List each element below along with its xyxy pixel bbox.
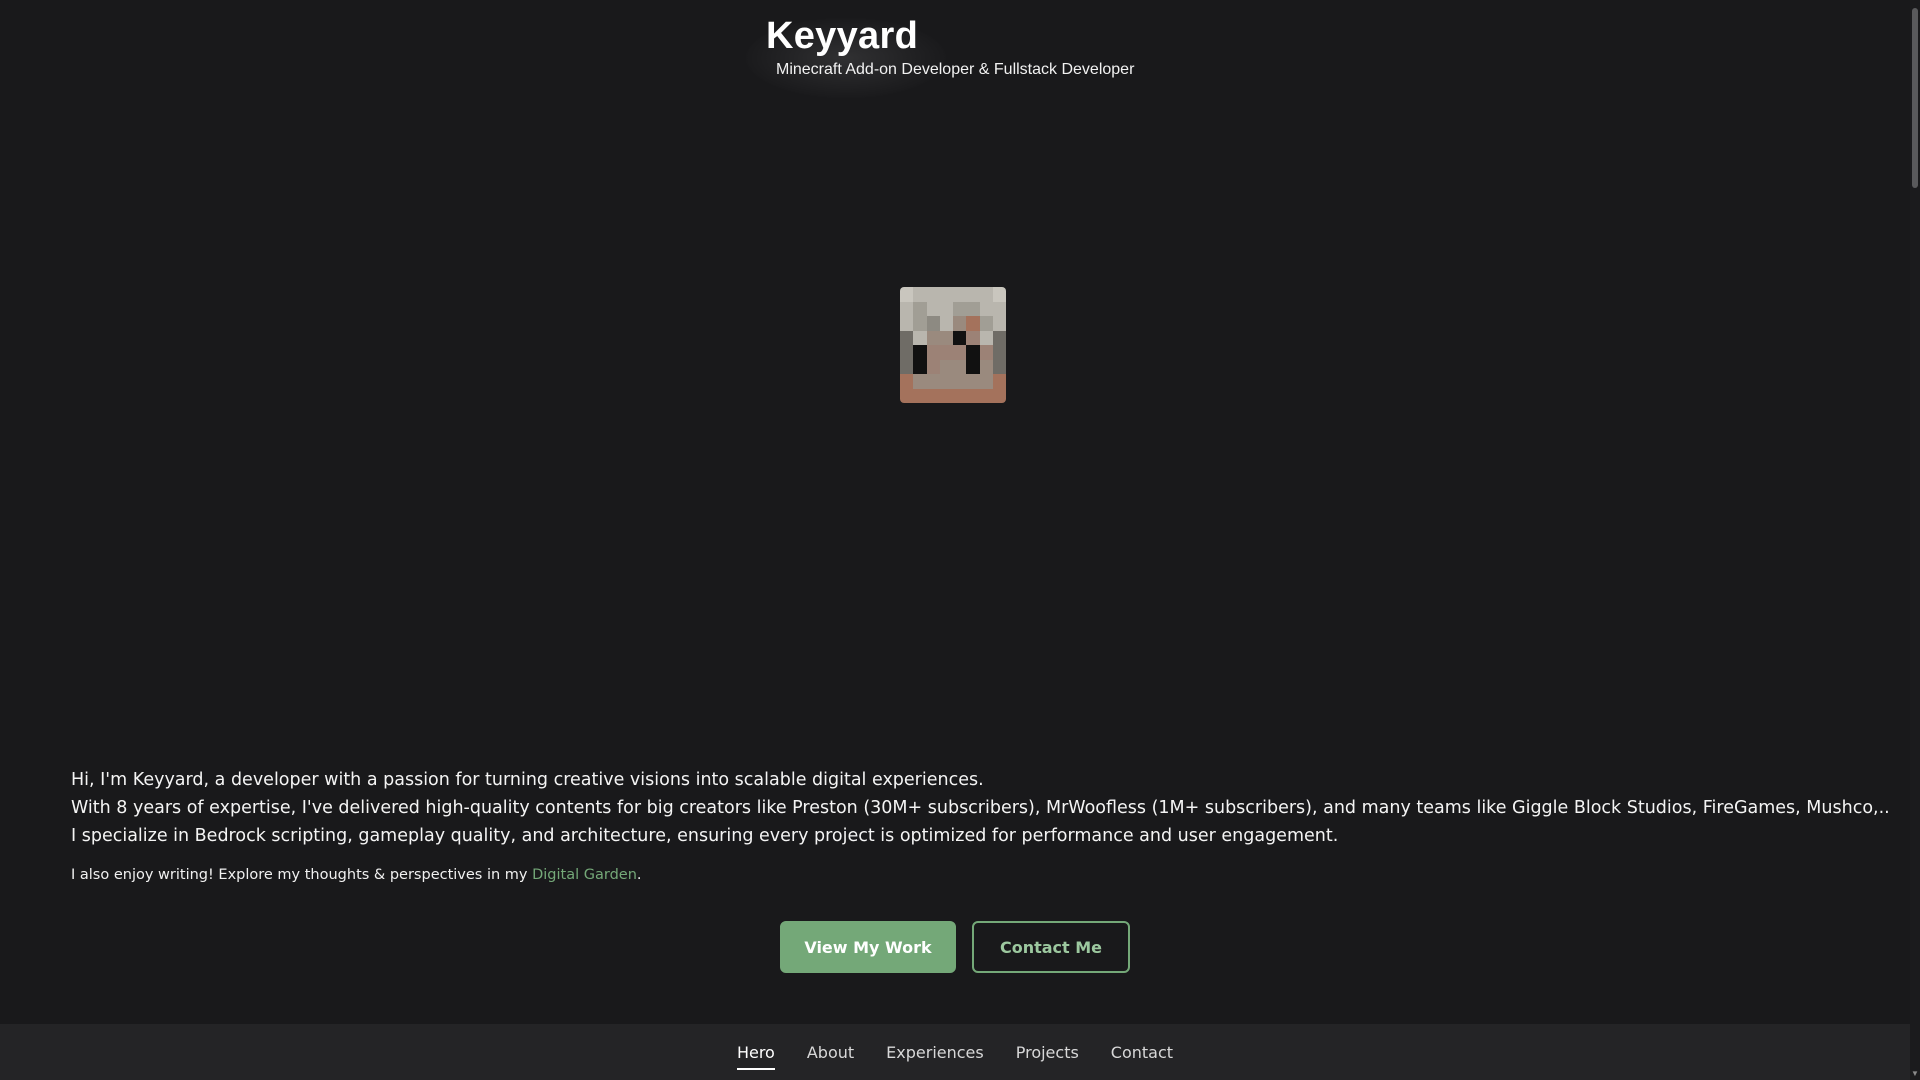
site-subtitle: Minecraft Add-on Developer & Fullstack D… xyxy=(776,61,1135,78)
avatar-pixel xyxy=(966,287,980,302)
avatar-pixel xyxy=(966,345,980,360)
avatar-pixel xyxy=(979,374,993,389)
avatar-pixel xyxy=(926,374,940,389)
avatar-pixel xyxy=(939,359,953,374)
avatar-pixel xyxy=(900,374,914,389)
avatar-pixel xyxy=(913,301,927,316)
avatar-pixel xyxy=(953,359,967,374)
avatar-pixel xyxy=(900,359,914,374)
avatar-pixel xyxy=(913,345,927,360)
page-scrollbar[interactable]: ▼ xyxy=(1910,0,1920,1080)
avatar-pixel xyxy=(913,374,927,389)
avatar-pixel xyxy=(953,287,967,302)
avatar-pixel xyxy=(992,359,1006,374)
scrollbar-thumb[interactable] xyxy=(1912,8,1918,188)
avatar-pixel xyxy=(966,301,980,316)
contact-me-button[interactable]: Contact Me xyxy=(972,921,1130,973)
avatar-pixel xyxy=(939,287,953,302)
avatar-pixel xyxy=(900,316,914,331)
avatar-pixel xyxy=(913,388,927,403)
avatar-pixel xyxy=(966,316,980,331)
avatar-pixel xyxy=(953,316,967,331)
avatar-pixel xyxy=(900,388,914,403)
avatar-pixel xyxy=(992,330,1006,345)
avatar-pixel xyxy=(979,359,993,374)
digital-garden-link[interactable]: Digital Garden xyxy=(532,867,637,883)
avatar-pixel xyxy=(939,374,953,389)
site-header: Keyyard Minecraft Add-on Developer & Ful… xyxy=(746,14,1186,98)
site-title: Keyyard xyxy=(766,15,919,57)
avatar-pixel xyxy=(926,345,940,360)
avatar-pixel xyxy=(979,301,993,316)
avatar-pixel xyxy=(913,330,927,345)
avatar-pixel xyxy=(966,359,980,374)
nav-item-hero[interactable]: Hero xyxy=(736,1039,775,1070)
view-my-work-button[interactable]: View My Work xyxy=(780,921,956,973)
avatar-pixel xyxy=(992,316,1006,331)
nav-item-projects[interactable]: Projects xyxy=(1016,1039,1079,1066)
avatar-pixel xyxy=(939,301,953,316)
scroll-down-arrow-icon[interactable]: ▼ xyxy=(1911,1070,1919,1078)
nav-item-about[interactable]: About xyxy=(807,1039,854,1066)
avatar-pixel xyxy=(913,359,927,374)
avatar-pixel xyxy=(926,316,940,331)
avatar-pixel xyxy=(953,374,967,389)
avatar-image xyxy=(900,287,1006,403)
page: Keyyard Minecraft Add-on Developer & Ful… xyxy=(0,0,1920,1080)
avatar-pixel xyxy=(900,345,914,360)
avatar-pixel xyxy=(900,301,914,316)
intro-text-line-2: With 8 years of expertise, I've delivere… xyxy=(71,798,1890,818)
avatar-pixel xyxy=(953,330,967,345)
avatar-pixel xyxy=(913,287,927,302)
avatar-pixel xyxy=(992,374,1006,389)
avatar-pixel xyxy=(979,388,993,403)
avatar-pixel xyxy=(926,301,940,316)
avatar-pixel xyxy=(913,316,927,331)
writing-note: I also enjoy writing! Explore my thought… xyxy=(71,864,1871,886)
avatar-pixel xyxy=(992,301,1006,316)
avatar-pixel xyxy=(953,388,967,403)
avatar-pixel xyxy=(953,345,967,360)
avatar-pixel xyxy=(979,330,993,345)
avatar-pixel xyxy=(992,388,1006,403)
intro-text-line-3: I specialize in Bedrock scripting, gamep… xyxy=(71,826,1339,846)
avatar-pixel xyxy=(966,330,980,345)
avatar-pixel xyxy=(979,287,993,302)
avatar-pixel xyxy=(926,287,940,302)
avatar-pixel xyxy=(926,330,940,345)
avatar-pixel xyxy=(926,388,940,403)
avatar-pixel xyxy=(900,330,914,345)
cta-buttons: View My Work Contact Me xyxy=(780,921,1130,973)
avatar-pixel xyxy=(966,374,980,389)
avatar-pixel xyxy=(900,287,914,302)
nav-item-contact[interactable]: Contact xyxy=(1111,1039,1173,1066)
avatar-pixel xyxy=(966,388,980,403)
avatar-pixel xyxy=(926,359,940,374)
bottom-nav: Hero About Experiences Projects Contact xyxy=(0,1024,1910,1080)
avatar-pixel xyxy=(939,316,953,331)
avatar-pixel xyxy=(939,330,953,345)
avatar-pixel xyxy=(992,345,1006,360)
avatar-pixel xyxy=(979,345,993,360)
nav-item-experiences[interactable]: Experiences xyxy=(886,1039,984,1066)
intro-section: Hi, I'm Keyyard, a developer with a pass… xyxy=(71,766,1890,886)
intro-text-line-1: Hi, I'm Keyyard, a developer with a pass… xyxy=(71,770,984,790)
writing-note-suffix: . xyxy=(636,867,642,883)
writing-note-text: I also enjoy writing! Explore my thought… xyxy=(71,867,533,883)
avatar-pixel xyxy=(939,345,953,360)
avatar-pixel xyxy=(939,388,953,403)
avatar-pixel xyxy=(953,301,967,316)
avatar-pixel xyxy=(992,287,1006,302)
avatar-pixel xyxy=(979,316,993,331)
